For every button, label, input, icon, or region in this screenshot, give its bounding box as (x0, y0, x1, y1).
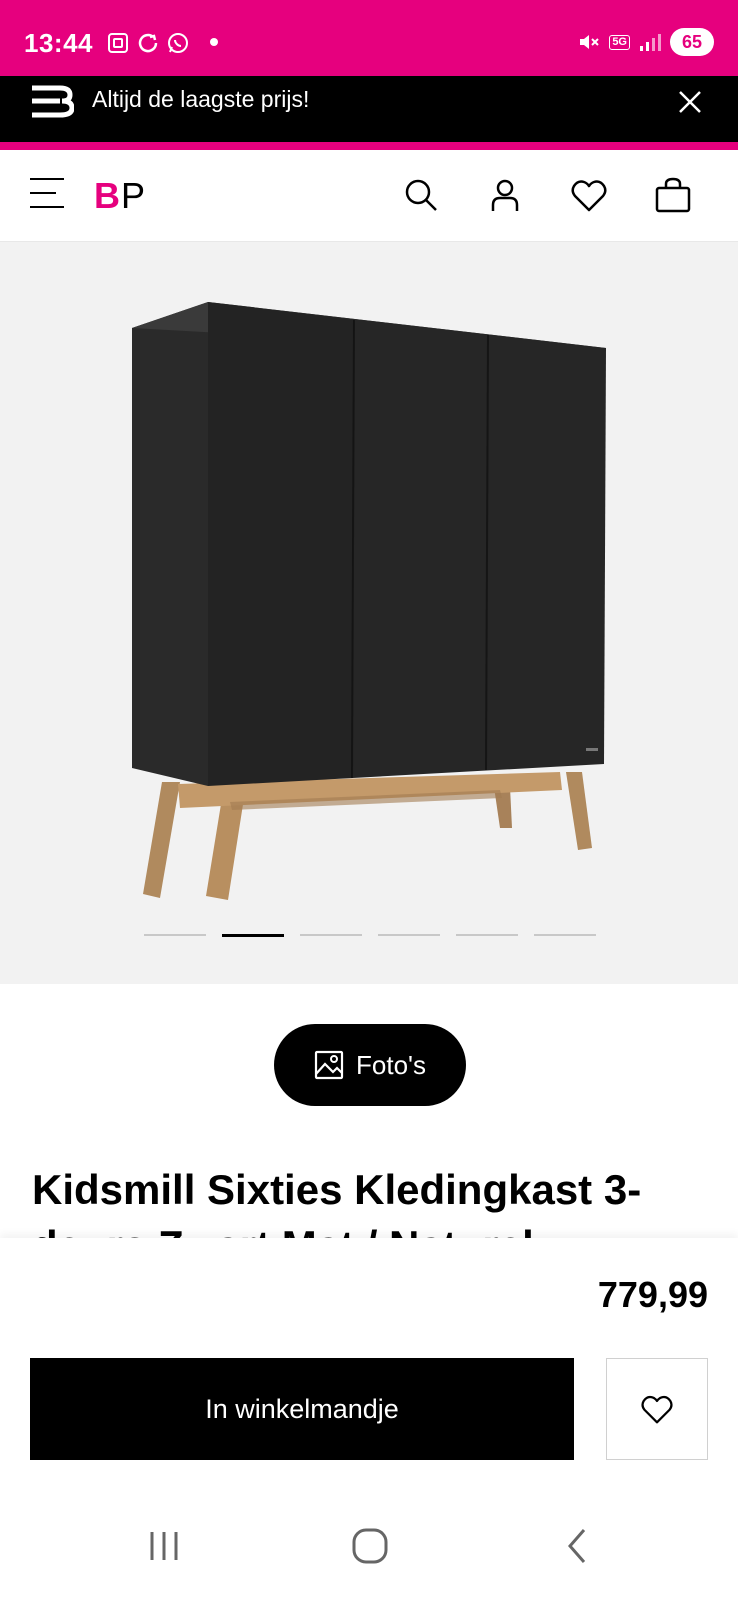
battery-level: 65 (670, 28, 714, 56)
notification-dot (210, 38, 218, 46)
product-image (132, 302, 606, 900)
status-system-icons: 5G 65 (577, 28, 714, 56)
back-icon[interactable] (548, 1516, 608, 1576)
brand-divider (0, 142, 738, 150)
network-type: 5G (609, 34, 630, 50)
gallery-pagination (144, 934, 596, 937)
menu-icon[interactable] (30, 178, 64, 214)
cart-icon[interactable] (650, 172, 696, 218)
wishlist-icon[interactable] (566, 172, 612, 218)
gallery-dot[interactable] (300, 934, 362, 936)
image-icon (314, 1050, 344, 1080)
system-navigation-bar (0, 1486, 738, 1600)
add-to-cart-button[interactable]: In winkelmandje (30, 1358, 574, 1460)
heart-icon (641, 1395, 673, 1424)
promo-banner: Altijd de laagste prijs! (0, 76, 738, 142)
screenshot-icon (108, 33, 128, 53)
brand-logo-b: B (94, 175, 121, 216)
signal-icon (640, 34, 661, 51)
add-to-wishlist-button[interactable] (606, 1358, 708, 1460)
gallery-dot[interactable] (456, 934, 518, 936)
brand-logo-icon (32, 85, 74, 118)
home-icon[interactable] (340, 1516, 400, 1576)
account-icon[interactable] (482, 172, 528, 218)
gallery-dot-active[interactable] (222, 934, 284, 937)
site-header: BP (0, 150, 738, 242)
mute-icon (580, 35, 600, 49)
gallery-dot[interactable] (144, 934, 206, 936)
photos-button[interactable]: Foto's (274, 1024, 466, 1106)
product-image-gallery[interactable] (0, 242, 738, 984)
close-icon[interactable] (670, 82, 710, 122)
gallery-dot[interactable] (378, 934, 440, 936)
search-icon[interactable] (398, 172, 444, 218)
status-bar: 13:44 5G 65 (0, 0, 738, 76)
promo-text: Altijd de laagste prijs! (92, 86, 310, 112)
purchase-bar: 779,99 In winkelmandje (0, 1238, 738, 1486)
status-time: 13:44 (24, 28, 93, 58)
recent-apps-icon[interactable] (134, 1516, 194, 1576)
product-title: Kidsmill Sixties Kledingkast 3-deurs Zwa… (32, 1166, 642, 1238)
sync-icon (138, 33, 158, 53)
whatsapp-icon (168, 33, 188, 53)
brand-logo-p: P (121, 175, 147, 216)
photos-button-label: Foto's (356, 1049, 426, 1080)
gallery-dot[interactable] (534, 934, 596, 936)
brand-logo[interactable]: BP (94, 176, 146, 216)
product-price: 779,99 (597, 1274, 708, 1315)
status-notification-icons (106, 31, 190, 55)
